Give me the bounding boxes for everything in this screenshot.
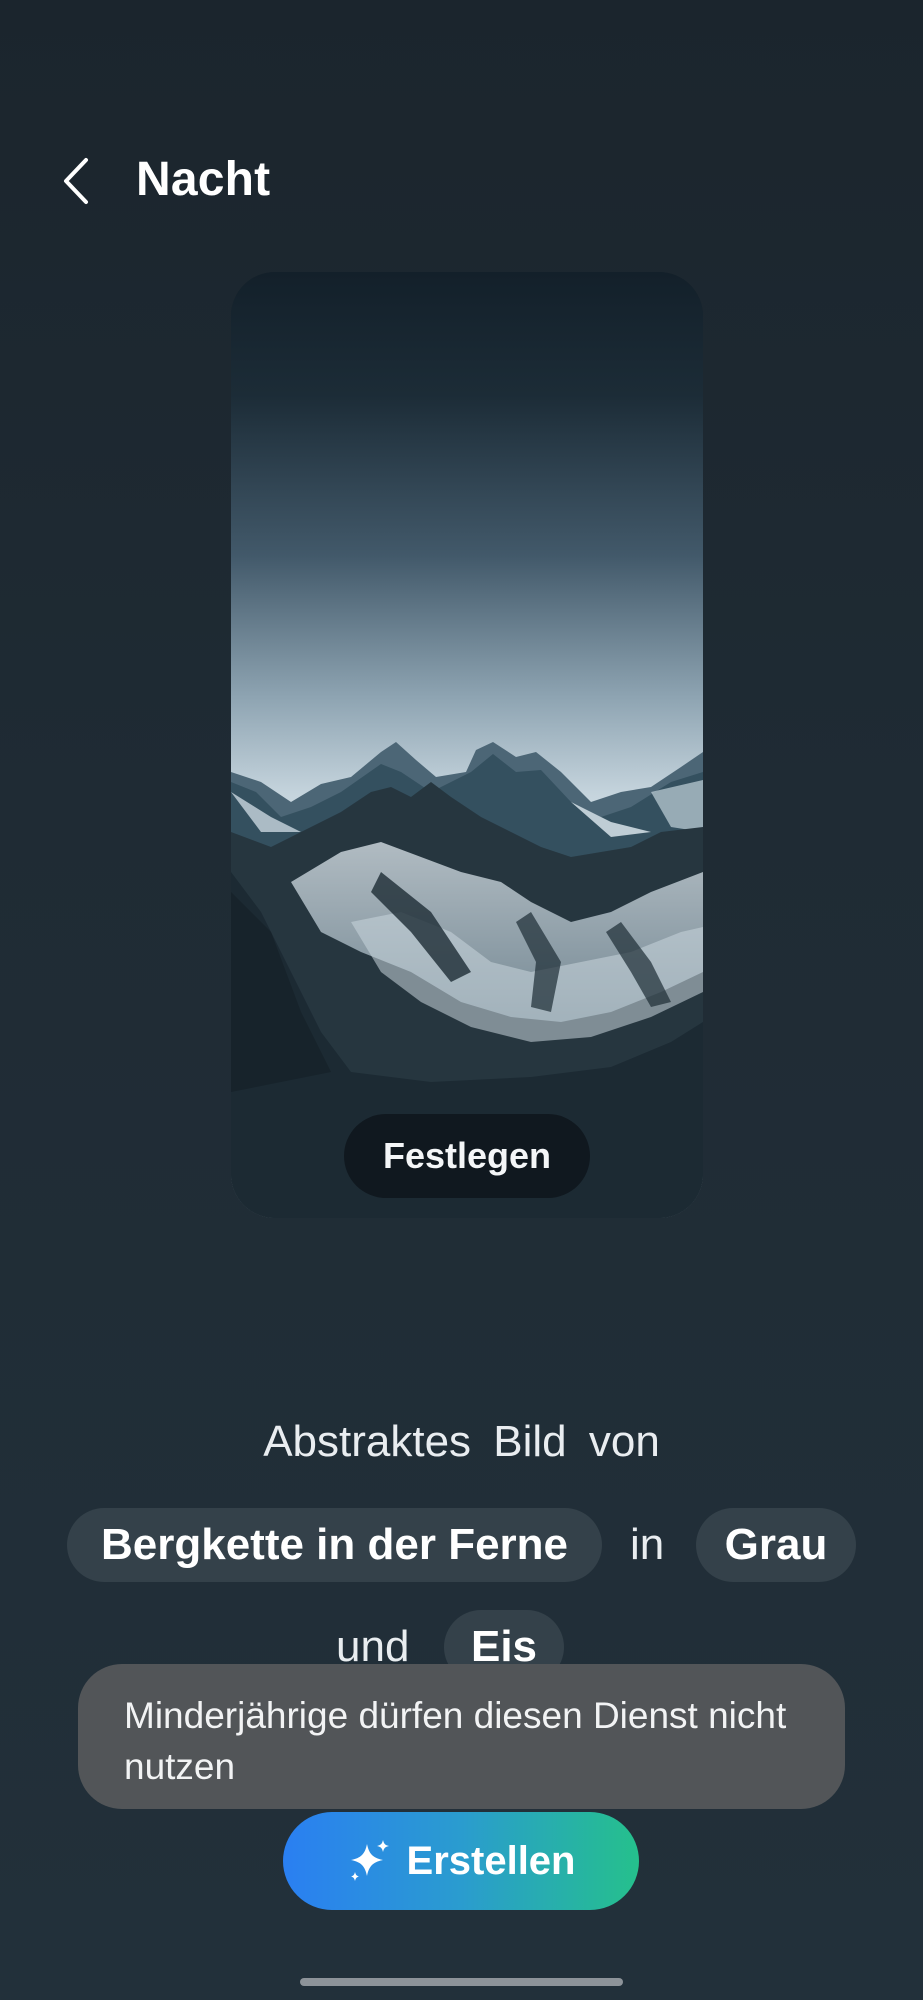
page-title: Nacht [136, 153, 271, 206]
back-button[interactable] [52, 154, 102, 208]
mountain-wallpaper-image [231, 272, 703, 1218]
header: Nacht [0, 140, 923, 220]
screen: Nacht Festlegen Abstraktes Bild von Berg… [0, 0, 923, 2000]
chevron-left-icon [64, 158, 88, 204]
set-wallpaper-button[interactable]: Festlegen [344, 1114, 590, 1198]
connector-in-text: in [630, 1520, 665, 1569]
subject-chip[interactable]: Bergkette in der Ferne [67, 1508, 602, 1582]
prompt-intro-text: Abstraktes Bild von [263, 1417, 660, 1466]
wallpaper-preview[interactable]: Festlegen [231, 272, 703, 1218]
home-indicator[interactable] [300, 1978, 623, 1986]
toast-message: Minderjährige dürfen diesen Dienst nicht… [78, 1664, 845, 1809]
sparkles-icon [350, 1840, 389, 1881]
create-button-label: Erstellen [406, 1838, 576, 1883]
color-chip[interactable]: Grau [696, 1508, 856, 1582]
create-button[interactable]: Erstellen [283, 1812, 639, 1910]
